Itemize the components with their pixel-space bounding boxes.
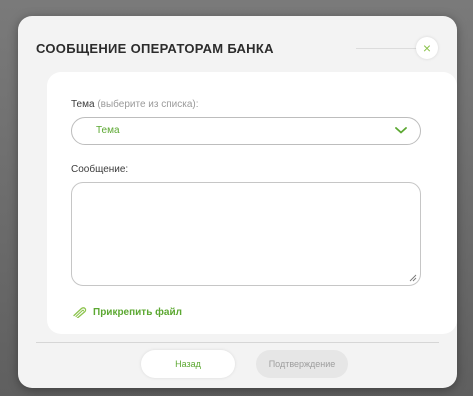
dialog-title: СООБЩЕНИЕ ОПЕРАТОРАМ БАНКА [36, 41, 274, 56]
confirm-button[interactable]: Подтверждение [256, 350, 348, 378]
confirm-button-label: Подтверждение [268, 359, 336, 369]
topic-label: Тема (выберите из списка): [71, 99, 199, 110]
form-card: Тема (выберите из списка): Тема Сообщени… [47, 72, 457, 334]
paperclip-icon [73, 307, 87, 318]
attach-file-label: Прикрепить файл [93, 306, 182, 318]
back-button-label: Назад [175, 359, 201, 369]
dialog-header: СООБЩЕНИЕ ОПЕРАТОРАМ БАНКА × [36, 37, 441, 60]
chevron-down-icon [395, 127, 407, 134]
close-button[interactable]: × [416, 37, 438, 59]
title-divider [356, 48, 420, 49]
back-button[interactable]: Назад [141, 350, 235, 378]
topic-label-hint: (выберите из списка): [97, 99, 199, 110]
message-dialog: СООБЩЕНИЕ ОПЕРАТОРАМ БАНКА × Тема (выбер… [18, 16, 457, 388]
footer-divider [36, 342, 439, 343]
message-label: Сообщение: [71, 164, 129, 175]
topic-selected-value: Тема [96, 125, 120, 136]
close-icon: × [422, 40, 432, 56]
topic-select[interactable]: Тема [71, 117, 421, 145]
attach-file-link[interactable]: Прикрепить файл [71, 306, 182, 318]
resize-handle-icon[interactable] [409, 274, 417, 282]
message-textarea[interactable] [71, 182, 421, 286]
topic-label-text: Тема [71, 99, 95, 110]
